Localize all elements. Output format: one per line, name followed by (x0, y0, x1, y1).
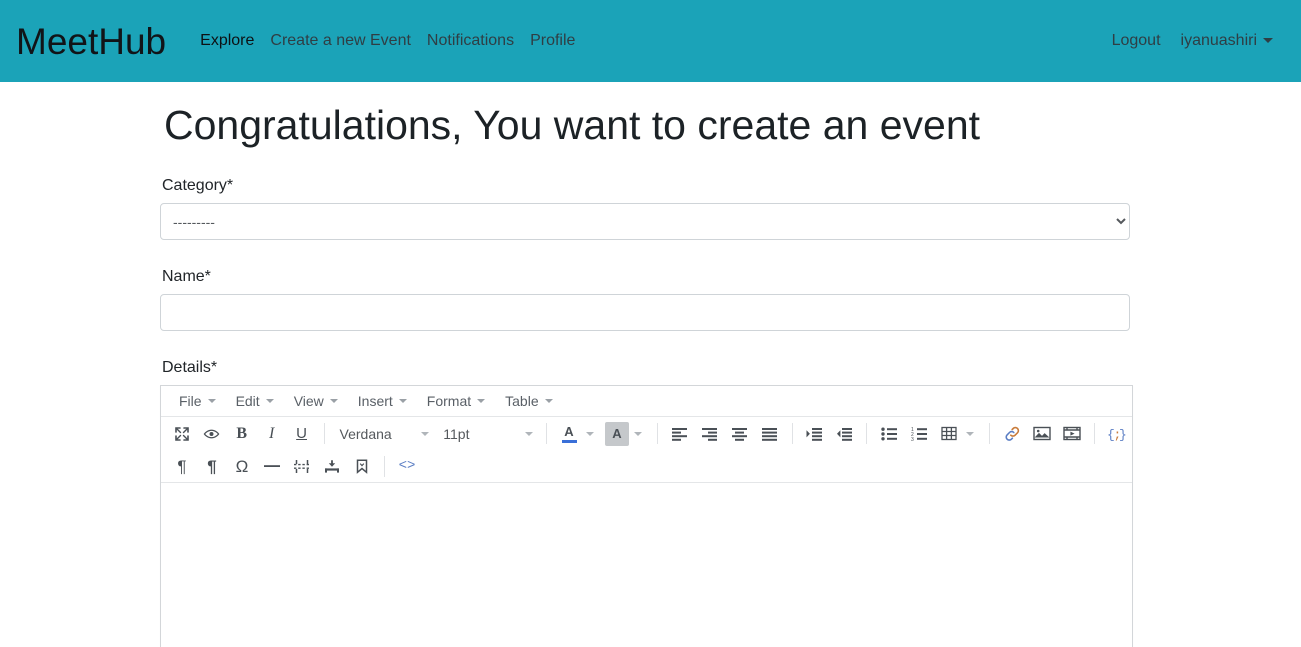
anchor-bookmark-icon[interactable] (347, 453, 377, 480)
menu-file-label: File (179, 393, 202, 410)
menu-insert[interactable]: Insert (348, 386, 417, 416)
menu-edit[interactable]: Edit (226, 386, 284, 416)
menu-table-label: Table (505, 393, 539, 410)
numbered-list-icon[interactable]: 1 2 3 (904, 420, 934, 447)
details-rich-text-editor: File Edit View Insert Format Table B I U… (160, 385, 1133, 647)
text-color-picker[interactable]: A (554, 420, 602, 447)
italic-button[interactable]: I (257, 420, 287, 447)
nav-link-notifications[interactable]: Notifications (419, 32, 522, 50)
chevron-down-icon (477, 399, 486, 404)
link-icon[interactable] (997, 420, 1027, 447)
category-label: Category* (162, 177, 234, 195)
toolbar-divider (546, 423, 547, 445)
chevron-down-icon (634, 431, 642, 436)
backcolor-letter: A (612, 426, 622, 442)
top-navbar: MeetHub Explore Create a new Event Notif… (0, 0, 1301, 82)
ltr-paragraph-icon[interactable]: ¶ (167, 453, 197, 480)
editor-content-area[interactable] (161, 483, 1132, 647)
svg-text:}: } (1119, 427, 1127, 442)
brand-logo[interactable]: MeetHub (16, 23, 166, 60)
toolbar-divider (791, 423, 793, 445)
chevron-down-icon (398, 399, 407, 404)
font-family-select[interactable]: Verdana (332, 420, 436, 447)
editor-toolbar-row-2: ¶ ¶ Ω <> (161, 450, 1132, 484)
menu-edit-label: Edit (235, 393, 260, 410)
chevron-down-icon (544, 399, 553, 404)
chevron-down-icon (329, 399, 338, 404)
menu-view-label: View (293, 393, 324, 410)
toolbar-divider (384, 455, 385, 477)
source-code-icon[interactable]: <> (392, 453, 422, 480)
page-title: Congratulations, You want to create an e… (164, 102, 981, 148)
details-label: Details* (162, 359, 218, 377)
background-color-picker[interactable]: A (602, 420, 650, 447)
nav-link-explore[interactable]: Explore (192, 32, 262, 50)
nav-link-create-a-new-event[interactable]: Create a new Event (262, 32, 419, 50)
image-icon[interactable] (1027, 420, 1057, 447)
page-content: Congratulations, You want to create an e… (0, 102, 1301, 647)
menu-view[interactable]: View (284, 386, 348, 416)
chevron-down-icon (525, 431, 533, 436)
backcolor-icon[interactable]: A (602, 420, 632, 447)
name-label: Name* (162, 268, 211, 286)
fullscreen-icon[interactable] (167, 420, 197, 447)
create-event-form: Category* --------- Name* Details* File … (160, 177, 1133, 647)
category-select[interactable]: --------- (160, 203, 1130, 241)
editor-toolbar-row-1: B I U Verdana 11pt A A 1 2 3 {;} (161, 417, 1132, 451)
horizontal-rule-icon[interactable] (257, 453, 287, 480)
toolbar-divider (1093, 423, 1095, 445)
page-break-icon[interactable] (287, 453, 317, 480)
chevron-down-icon (1263, 38, 1273, 44)
toolbar-divider (323, 423, 325, 445)
align-justify-icon[interactable] (755, 420, 785, 447)
backcolor-glyph: A (605, 421, 629, 446)
chevron-down-icon (966, 431, 975, 436)
forecolor-letter: A (564, 423, 574, 439)
editor-menubar: File Edit View Insert Format Table (161, 386, 1132, 418)
special-character-icon[interactable]: Ω (227, 453, 257, 480)
chevron-down-icon (586, 431, 594, 436)
user-menu-label: iyanuashiri (1180, 32, 1257, 49)
menu-format[interactable]: Format (417, 386, 495, 416)
font-family-value: Verdana (339, 425, 392, 442)
menu-file[interactable]: File (169, 386, 226, 416)
toolbar-divider (989, 423, 991, 445)
forecolor-icon[interactable]: A (554, 420, 584, 447)
svg-text:3: 3 (911, 437, 914, 441)
name-input[interactable] (160, 294, 1130, 332)
font-size-value: 11pt (443, 425, 470, 442)
nav-link-profile[interactable]: Profile (522, 32, 583, 50)
chevron-down-icon (207, 399, 216, 404)
eye-preview-icon[interactable] (197, 420, 227, 447)
toolbar-divider (657, 423, 658, 445)
outdent-icon[interactable] (830, 420, 860, 447)
bold-button[interactable]: B (227, 420, 257, 447)
chevron-down-icon (265, 399, 274, 404)
font-size-select[interactable]: 11pt (435, 420, 539, 447)
underline-button[interactable]: U (287, 420, 317, 447)
primary-nav: Explore Create a new Event Notifications… (192, 32, 583, 50)
menu-insert-label: Insert (357, 393, 393, 410)
rtl-paragraph-icon[interactable]: ¶ (197, 453, 227, 480)
menu-table[interactable]: Table (495, 386, 562, 416)
align-left-icon[interactable] (665, 420, 695, 447)
code-sample-icon[interactable]: { ; } (1102, 420, 1132, 447)
align-right-icon[interactable] (695, 420, 725, 447)
chevron-down-icon (421, 431, 430, 436)
toolbar-divider (866, 423, 868, 445)
menu-format-label: Format (426, 393, 472, 410)
logout-link[interactable]: Logout (1102, 32, 1171, 50)
insert-template-icon[interactable] (317, 453, 347, 480)
media-icon[interactable] (1057, 420, 1087, 447)
forecolor-swatch (561, 439, 577, 443)
indent-icon[interactable] (800, 420, 830, 447)
forecolor-glyph: A (557, 422, 581, 446)
bullet-list-icon[interactable] (874, 420, 904, 447)
table-icon[interactable] (934, 420, 964, 447)
nav-right-group: Logout iyanuashiri (1102, 0, 1283, 82)
align-center-icon[interactable] (725, 420, 755, 447)
table-menu[interactable] (934, 420, 982, 447)
user-menu[interactable]: iyanuashiri (1171, 32, 1283, 50)
